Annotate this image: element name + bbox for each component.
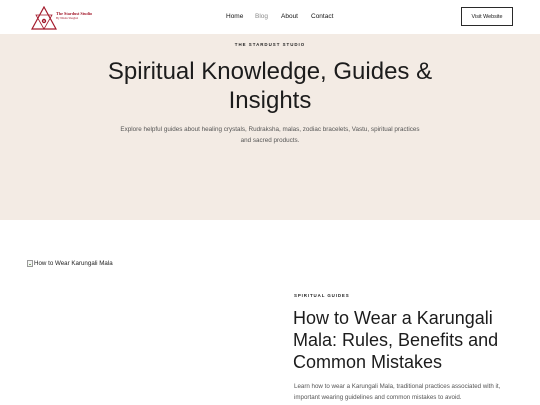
logo-tagline: By Nikita Shaghal bbox=[56, 16, 79, 21]
post-category[interactable]: SPIRITUAL GUIDES bbox=[294, 293, 350, 298]
post-excerpt: Learn how to wear a Karungali Mala, trad… bbox=[294, 383, 501, 401]
logo-wordmark: The Stardust Studio By Nikita Shaghal bbox=[56, 11, 92, 21]
hero-description: Explore helpful guides about healing cry… bbox=[120, 126, 420, 144]
nav-blog[interactable]: Blog bbox=[255, 13, 268, 21]
triangle-logo-icon bbox=[31, 6, 57, 30]
nav-home[interactable]: Home bbox=[226, 13, 243, 21]
broken-image-icon bbox=[27, 260, 33, 267]
site-logo[interactable]: The Stardust Studio By Nikita Shaghal bbox=[31, 4, 101, 31]
post-title[interactable]: How to Wear a Karungali Mala: Rules, Ben… bbox=[293, 307, 533, 373]
visit-website-button[interactable]: Visit Website bbox=[461, 7, 513, 26]
site-header: The Stardust Studio By Nikita Shaghal Ho… bbox=[0, 0, 540, 34]
nav-contact[interactable]: Contact bbox=[311, 13, 333, 21]
page-title: Spiritual Knowledge, Guides & Insights bbox=[107, 58, 433, 114]
post-image-link[interactable]: How to Wear Karungali Mala bbox=[27, 260, 113, 267]
hero-eyebrow: THE STARDUST STUDIO bbox=[234, 42, 306, 47]
post-image-alt: How to Wear Karungali Mala bbox=[34, 260, 113, 267]
nav-about[interactable]: About bbox=[281, 13, 298, 21]
